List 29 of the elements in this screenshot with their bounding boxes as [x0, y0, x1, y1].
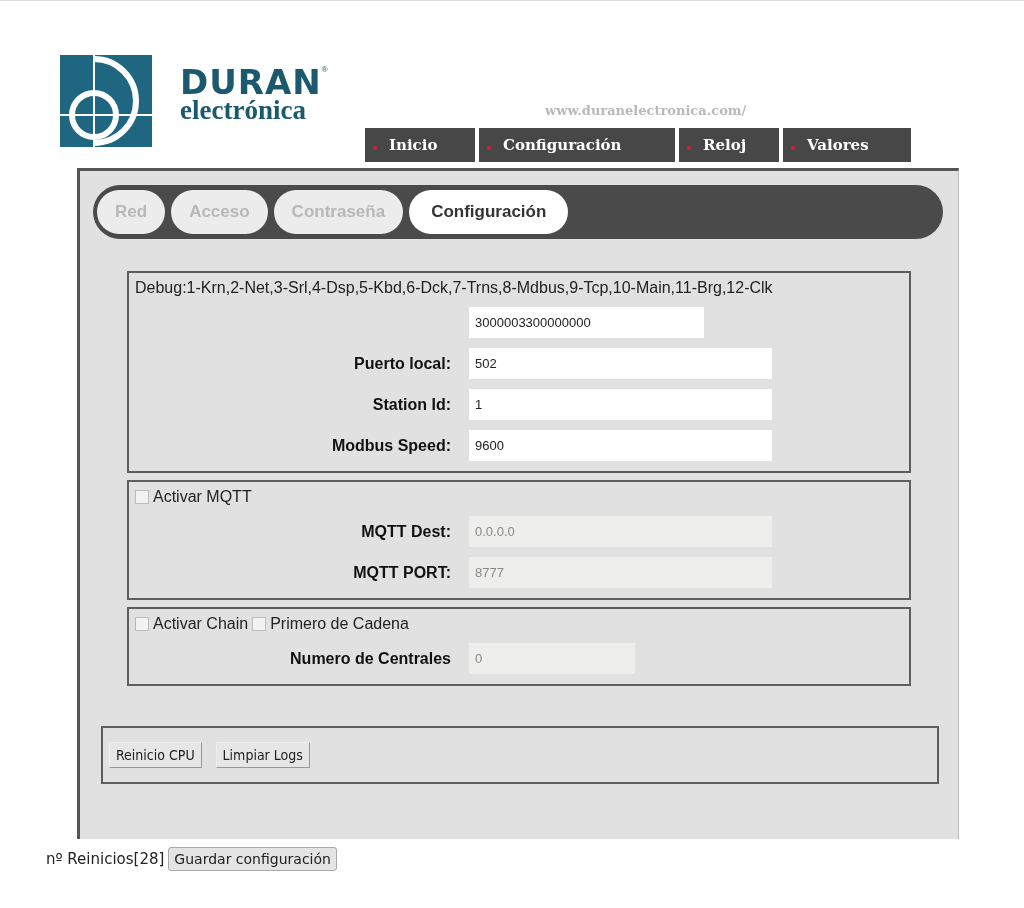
action-button[interactable]: Limpiar Logs — [215, 742, 310, 768]
field-label: MQTT PORT: — [352, 563, 451, 582]
nav-item[interactable]: Inicio — [365, 128, 475, 162]
nav-item[interactable]: Valores — [783, 128, 911, 162]
site-url: www.duranelectronica.com/ — [545, 103, 748, 120]
nav-item[interactable]: Configuración — [479, 128, 675, 162]
field-label: Station Id: — [371, 395, 451, 414]
debug-note: Debug:1-Krn,2-Net,3-Srl,4-Dsp,5-Kbd,6-Dck,7-Trns,8-Mdbus,9-Tcp,10-Main,11-Brg,12-Clk — [135, 279, 774, 297]
checkbox[interactable] — [135, 490, 149, 504]
field-label: Numero de Centrales — [289, 649, 451, 668]
field-label: Puerto local: — [353, 354, 451, 373]
checkbox[interactable] — [135, 617, 149, 631]
input-field[interactable]: 1 — [469, 389, 772, 420]
field-label: MQTT Dest: — [360, 522, 451, 541]
checkbox[interactable] — [252, 617, 267, 631]
checkbox-label: Primero de Cadena — [270, 615, 409, 633]
input-field[interactable]: 3000003300000000 — [469, 307, 704, 338]
input-field[interactable]: 502 — [469, 348, 772, 379]
input-field[interactable]: 9600 — [469, 430, 772, 461]
action-button[interactable]: Reinicio CPU — [109, 742, 202, 768]
restart-count: nº Reinicios[28] — [46, 850, 165, 868]
tab[interactable]: Configuración — [409, 190, 569, 234]
save-button[interactable]: Guardar configuración — [168, 847, 337, 871]
logo-icon — [60, 55, 152, 147]
checkbox-label: Activar Chain — [153, 615, 249, 633]
registered-mark: ® — [321, 65, 328, 74]
nav-item[interactable]: Reloj — [679, 128, 779, 162]
checkbox-label: Activar MQTT — [153, 488, 252, 506]
field-label: Modbus Speed: — [330, 436, 451, 455]
